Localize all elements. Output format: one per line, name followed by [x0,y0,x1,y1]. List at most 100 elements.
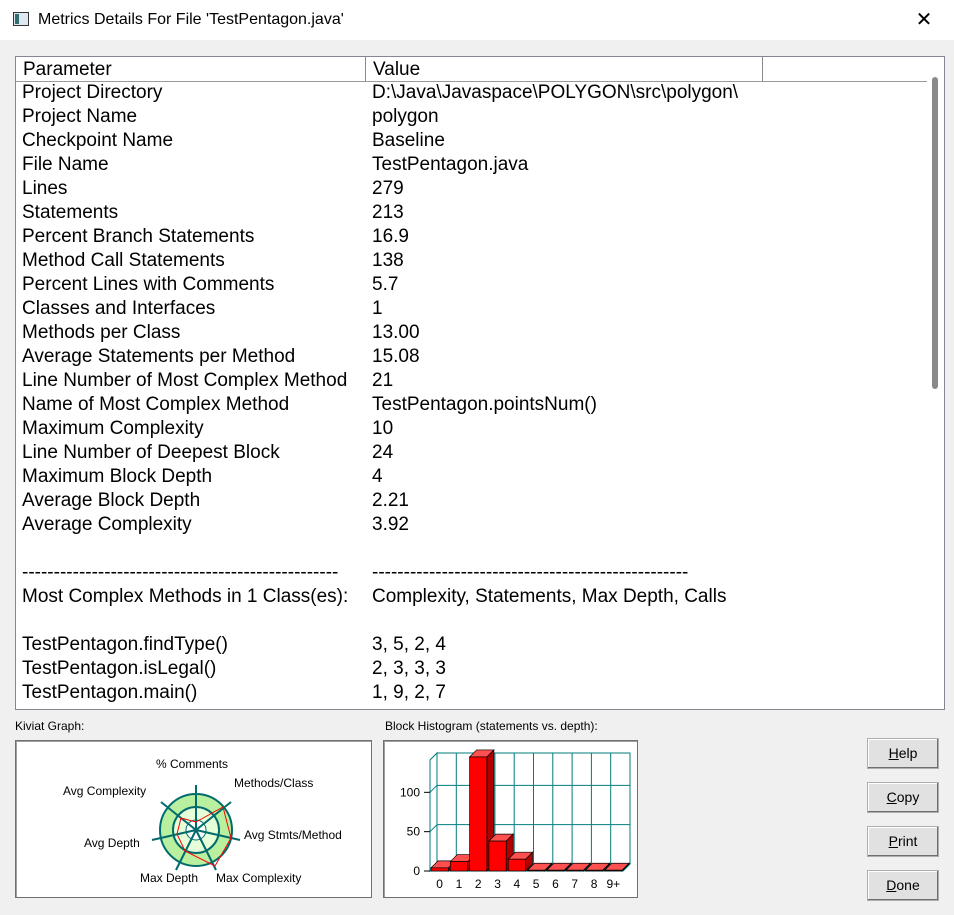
table-row[interactable]: Average Complexity 3.92 [16,513,928,537]
value-cell: ----------------------------------------… [372,562,689,583]
column-header-parameter[interactable]: Parameter [16,57,366,81]
y-tick-label: 0 [413,864,420,878]
table-row[interactable]: Average Block Depth 2.21 [16,489,928,513]
help-button[interactable]: Help [867,738,939,769]
x-tick-label: 8 [591,877,598,891]
y-tick-label: 50 [407,825,421,839]
axis-label-avg-stmts: Avg Stmts/Method [244,828,342,842]
table-row[interactable]: Project Directory D:\Java\Javaspace\POLYG… [16,81,928,105]
table-row[interactable]: Checkpoint Name Baseline [16,129,928,153]
param-cell: Line Number of Deepest Block [22,442,280,463]
table-row[interactable]: TestPentagon.main() 1, 9, 2, 7 [16,681,928,705]
histogram-bar [469,756,488,872]
axis-label-methods-class: Methods/Class [234,776,313,790]
table-row[interactable]: Classes and Interfaces 1 [16,297,928,321]
value-cell: 1, 9, 2, 7 [372,682,446,703]
value-cell: 24 [372,442,394,463]
value-cell: 2.21 [372,490,409,511]
table-row[interactable]: Project Name polygon [16,105,928,129]
help-accelerator: H [888,745,899,761]
close-button[interactable]: ✕ [894,0,954,40]
param-cell: Name of Most Complex Method [22,394,290,415]
table-row[interactable] [16,537,928,561]
value-cell: 3, 5, 2, 4 [372,634,446,655]
table-row[interactable]: Average Statements per Method 15.08 [16,345,928,369]
param-cell: File Name [22,154,109,175]
axis-label-comments: % Comments [156,757,228,771]
value-cell: polygon [372,106,439,127]
print-label-post: rint [897,833,918,849]
value-cell: Complexity, Statements, Max Depth, Calls [372,586,727,607]
histogram-label: Block Histogram (statements vs. depth): [385,719,598,733]
copy-label-post: opy [896,789,920,805]
param-cell: Percent Branch Statements [22,226,255,247]
done-button[interactable]: Done [867,870,939,901]
histogram-bar [565,869,584,872]
axis-label-avg-depth: Avg Depth [84,836,140,850]
value-cell: 21 [372,370,394,391]
x-tick-label: 3 [494,877,501,891]
block-histogram: 0 50 100 0 1 2 3 4 5 6 7 8 9+ [383,740,638,898]
copy-button[interactable]: Copy [867,782,939,813]
table-row[interactable]: TestPentagon.isLegal() 2, 3, 3, 3 [16,657,928,681]
histogram-bar [585,869,604,872]
histogram-bar [507,858,526,872]
param-cell: Checkpoint Name [22,130,174,151]
done-accelerator: D [886,877,897,893]
value-cell: 138 [372,250,404,271]
histogram-bar [449,861,468,872]
table-row[interactable]: TestPentagon.findType() 3, 5, 2, 4 [16,633,928,657]
table-row[interactable]: Lines 279 [16,177,928,201]
param-cell: Methods per Class [22,322,181,343]
histogram-bar [604,869,623,872]
histogram-bar [488,840,507,872]
table-row[interactable]: Maximum Complexity 10 [16,417,928,441]
param-cell: Statements [22,202,119,223]
table-row[interactable]: Maximum Block Depth 4 [16,465,928,489]
param-cell: ----------------------------------------… [22,562,339,583]
value-cell: 279 [372,178,404,199]
value-cell: 15.08 [372,346,420,367]
axis-label-max-complexity: Max Complexity [216,871,301,885]
value-cell: 13.00 [372,322,420,343]
table-row[interactable]: Method Call Statements 138 [16,249,928,273]
histogram-bar [430,867,449,872]
param-cell: Line Number of Most Complex Method [22,370,348,391]
x-tick-label: 1 [456,877,463,891]
value-cell: D:\Java\Javaspace\POLYGON\src\polygon\ [372,82,739,103]
param-cell: TestPentagon.isLegal() [22,658,217,679]
table-row[interactable] [16,609,928,633]
value-cell: 16.9 [372,226,409,247]
print-button[interactable]: Print [867,826,939,857]
app-icon [13,12,29,26]
table-row[interactable]: Percent Branch Statements 16.9 [16,225,928,249]
value-cell: 4 [372,466,383,487]
param-cell: Classes and Interfaces [22,298,216,319]
table-row[interactable]: Most Complex Methods in 1 Class(es): Comp… [16,585,928,609]
list-header: Parameter Value [16,57,928,82]
scrollbar-thumb[interactable] [932,77,938,389]
window-title: Metrics Details For File 'TestPentagon.j… [38,11,344,28]
column-header-value[interactable]: Value [366,57,763,81]
table-row[interactable]: Name of Most Complex Method TestPentagon.… [16,393,928,417]
table-row[interactable]: Line Number of Deepest Block 24 [16,441,928,465]
table-row[interactable]: ----------------------------------------… [16,561,928,585]
param-cell: Percent Lines with Comments [22,274,275,295]
table-row[interactable]: File Name TestPentagon.java [16,153,928,177]
value-cell: TestPentagon.pointsNum() [372,394,597,415]
param-cell: Most Complex Methods in 1 Class(es): [22,586,349,607]
value-cell: 213 [372,202,404,223]
vertical-scrollbar[interactable] [927,57,944,709]
value-cell: 10 [372,418,394,439]
table-row[interactable]: Percent Lines with Comments 5.7 [16,273,928,297]
table-row[interactable]: Statements 213 [16,201,928,225]
table-row[interactable]: Methods per Class 13.00 [16,321,928,345]
param-cell: Project Name [22,106,138,127]
histogram-side-wall [429,751,438,873]
metrics-list[interactable]: Parameter Value Project Directory D:\Java… [15,56,945,710]
x-tick-label: 4 [514,877,521,891]
x-tick-label: 2 [475,877,482,891]
table-row[interactable]: Line Number of Most Complex Method 21 [16,369,928,393]
x-tick-label: 6 [552,877,559,891]
kiviat-graph: % Comments Methods/Class Avg Stmts/Metho… [15,740,372,898]
